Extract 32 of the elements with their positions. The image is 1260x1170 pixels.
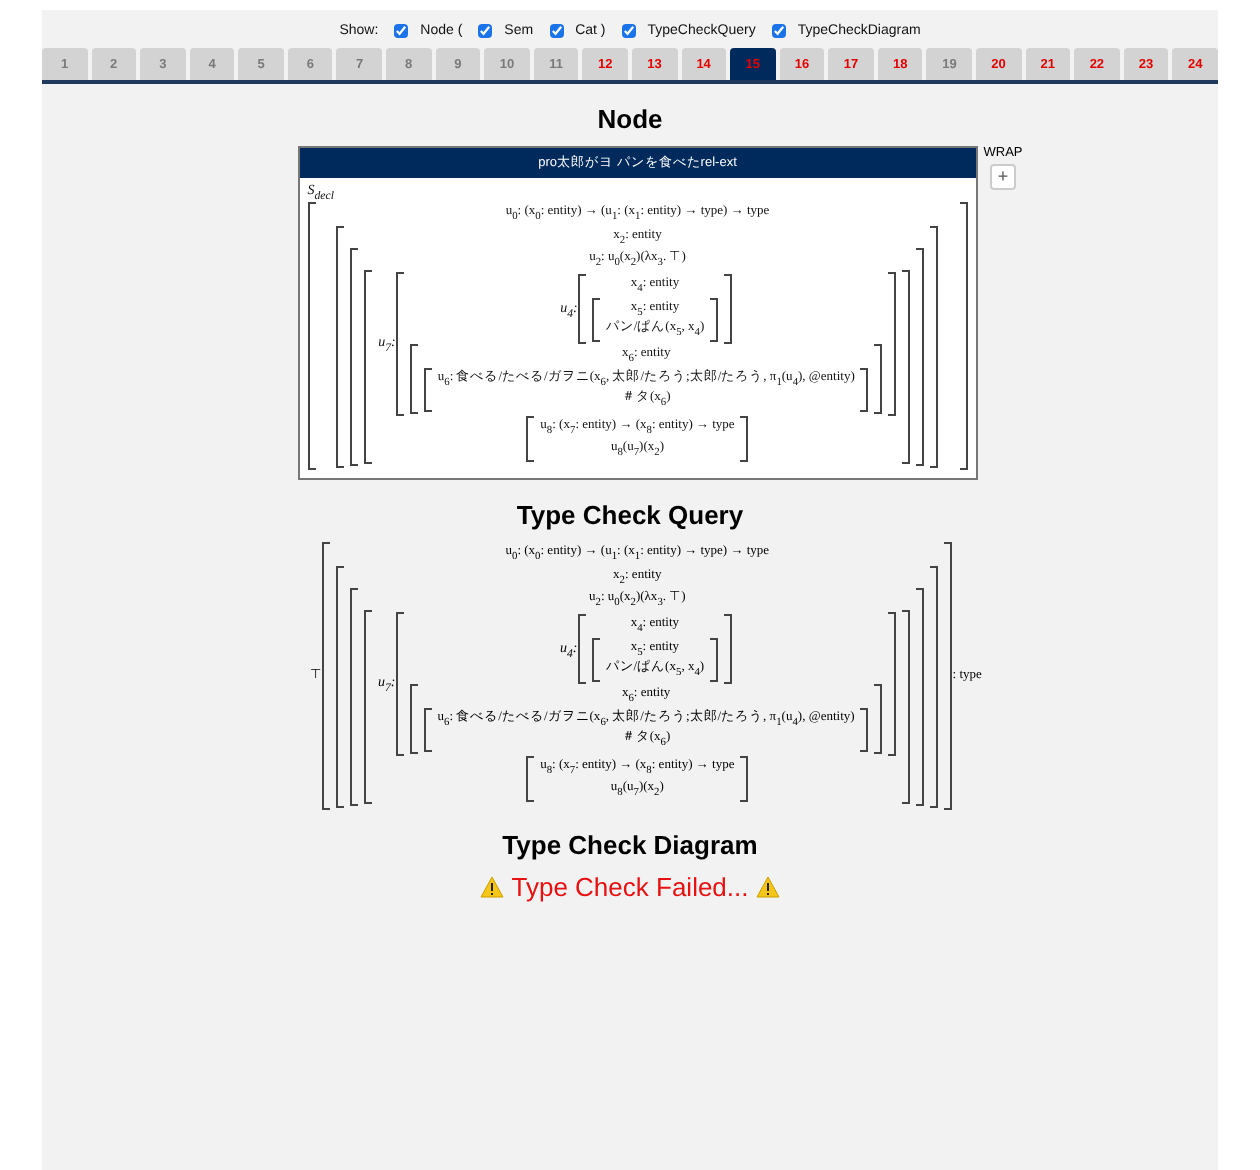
checkbox[interactable]: [478, 24, 493, 38]
error-message: Type Check Failed...: [511, 871, 749, 902]
left-bracket: [526, 756, 535, 802]
right-bracket: [710, 637, 719, 683]
checkbox[interactable]: [549, 24, 564, 38]
right-bracket: [740, 416, 749, 463]
left-bracket: [591, 297, 600, 343]
section-title: Type Check Diagram: [502, 829, 758, 860]
warning-icon: [479, 875, 504, 898]
section-title: Node: [597, 104, 663, 134]
left-bracket: [409, 344, 418, 415]
warning-icon: [756, 875, 781, 898]
right-bracket: [724, 274, 733, 345]
left-bracket: [526, 416, 535, 463]
right-bracket: [710, 297, 719, 343]
right-bracket: [874, 344, 883, 415]
section-title: Type Check Query: [516, 500, 744, 531]
wrap-button[interactable]: +: [990, 164, 1016, 190]
right-bracket: [860, 367, 869, 413]
left-bracket: [423, 707, 432, 753]
checkbox[interactable]: [771, 24, 786, 38]
left-bracket: [577, 274, 586, 345]
right-bracket: [740, 756, 749, 802]
checkbox[interactable]: [621, 24, 636, 38]
left-bracket: [409, 684, 418, 755]
checkbox[interactable]: [394, 24, 409, 38]
left-bracket: [423, 367, 432, 413]
left-bracket: [591, 637, 600, 683]
right-bracket: [874, 684, 883, 755]
left-bracket: [577, 614, 586, 685]
right-bracket: [860, 707, 869, 753]
right-bracket: [724, 614, 733, 685]
